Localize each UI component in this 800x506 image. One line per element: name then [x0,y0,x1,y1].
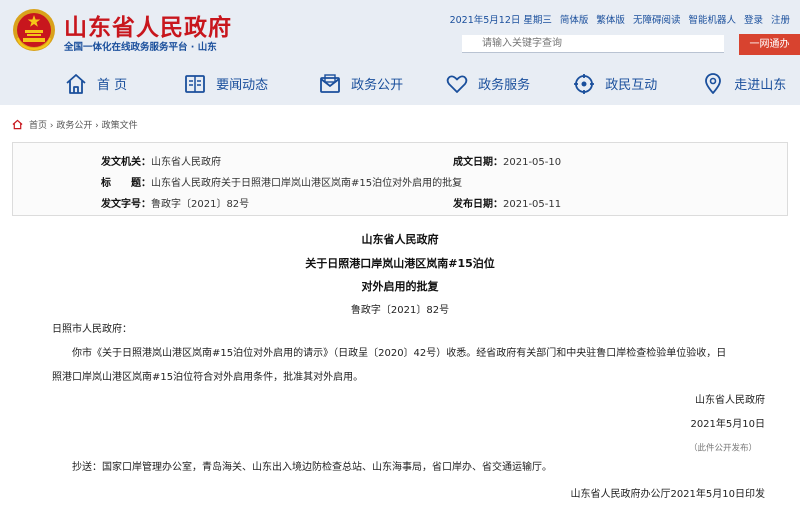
nav-gov-service[interactable]: 政务服务 [445,62,530,105]
nav-home[interactable]: 首 页 [64,62,127,105]
nav-gov-affairs[interactable]: 政务公开 [318,62,403,105]
date-label: 成文日期： [453,157,503,168]
news-icon [185,74,206,93]
date-row: 成文日期：2021-05-10 [453,153,561,168]
doc-heading-1: 山东省人民政府 [361,233,439,246]
heart-icon [446,75,468,93]
issuer-value: 山东省人民政府 [151,157,221,168]
print-footer: 山东省人民政府办公厅2021年5月10日印发 [570,489,765,500]
nav-news-label: 要闻动态 [216,78,269,93]
site-header: 山东省人民政府 全国一体化在线政务服务平台 · 山东 2021年5月12日 星期… [0,0,800,105]
breadcrumb-path[interactable]: 首页 › 政务公开 › 政策文件 [29,118,138,131]
doc-number: 鲁政字〔2021〕82号 [350,305,450,316]
interaction-icon [574,73,595,94]
link-login[interactable]: 登录 [744,12,763,26]
pubdate-label: 发布日期： [453,199,503,210]
home-icon [66,73,86,94]
doc-heading-3: 对外启用的批复 [361,280,439,293]
location-icon [705,72,722,94]
signer: 山东省人民政府 [695,395,765,406]
nav-gov-affairs-label: 政务公开 [351,78,404,93]
main-nav: 首 页 要闻动态 政务公开 政务服务 政民互动 走进山东 [0,62,800,105]
pubdate-row: 发布日期：2021-05-11 [453,195,561,210]
breadcrumb: 首页 › 政务公开 › 政策文件 [12,118,138,131]
nav-shandong-label: 走进山东 [734,78,787,93]
docno-row: 发文字号：鲁政字〔2021〕82号 [101,195,249,210]
search-button[interactable]: 一网通办 [739,34,800,55]
issuer-label: 发文机关： [101,157,151,168]
addressee: 日照市人民政府： [52,324,132,335]
envelope-icon [320,73,341,93]
national-emblem-icon [13,9,55,51]
site-name[interactable]: 山东省人民政府 [64,8,232,42]
link-simplified[interactable]: 简体版 [560,12,589,26]
title-value: 山东省人民政府关于日照港口岸岚山港区岚南#15泊位对外启用的批复 [151,178,463,189]
title-row: 标 题：山东省人民政府关于日照港口岸岚山港区岚南#15泊位对外启用的批复 [101,174,462,189]
link-accessibility[interactable]: 无障碍阅读 [633,12,681,26]
cc-line: 抄送：国家口岸管理办公室，青岛海关、山东出入境边防检查总站、山东海事局，省口岸办… [72,462,552,473]
nav-interaction[interactable]: 政民互动 [572,62,657,105]
date-value: 2021-05-10 [503,157,562,168]
current-date: 2021年5月12日 星期三 [449,15,552,26]
link-robot[interactable]: 智能机器人 [688,12,736,26]
publication-stamp: （此件公开发布） [689,443,757,454]
link-traditional[interactable]: 繁体版 [596,12,625,26]
body-line-1: 你市《关于日照港岚山港区岚南#15泊位对外启用的请示》（日政呈〔2020〕42号… [72,348,727,359]
nav-interaction-label: 政民互动 [605,78,658,93]
title-label: 标 题： [101,178,151,189]
link-register[interactable]: 注册 [771,12,790,26]
nav-news[interactable]: 要闻动态 [183,62,268,105]
site-subtitle: 全国一体化在线政务服务平台 · 山东 [64,42,217,53]
sign-date: 2021年5月10日 [690,419,765,430]
nav-gov-service-label: 政务服务 [478,78,531,93]
document-info-box: 发文机关：山东省人民政府 成文日期：2021-05-10 标 题：山东省人民政府… [12,142,788,216]
search-input[interactable] [462,35,724,53]
pubdate-value: 2021-05-11 [503,199,562,210]
nav-home-label: 首 页 [97,78,128,93]
home-small-icon [12,119,23,130]
docno-value: 鲁政字〔2021〕82号 [151,199,250,210]
issuer-row: 发文机关：山东省人民政府 [101,153,221,168]
top-links: 2021年5月12日 星期三 简体版 繁体版 无障碍阅读 智能机器人 登录 注册 [450,12,790,26]
nav-shandong[interactable]: 走进山东 [701,62,786,105]
doc-heading-2: 关于日照港口岸岚山港区岚南#15泊位 [305,257,495,270]
stamp-text: （此件公开发布） [689,443,757,454]
body-line-2: 照港口岸岚山港区岚南#15泊位符合对外启用条件，批准其对外启用。 [52,372,364,383]
docno-label: 发文字号： [101,199,151,210]
